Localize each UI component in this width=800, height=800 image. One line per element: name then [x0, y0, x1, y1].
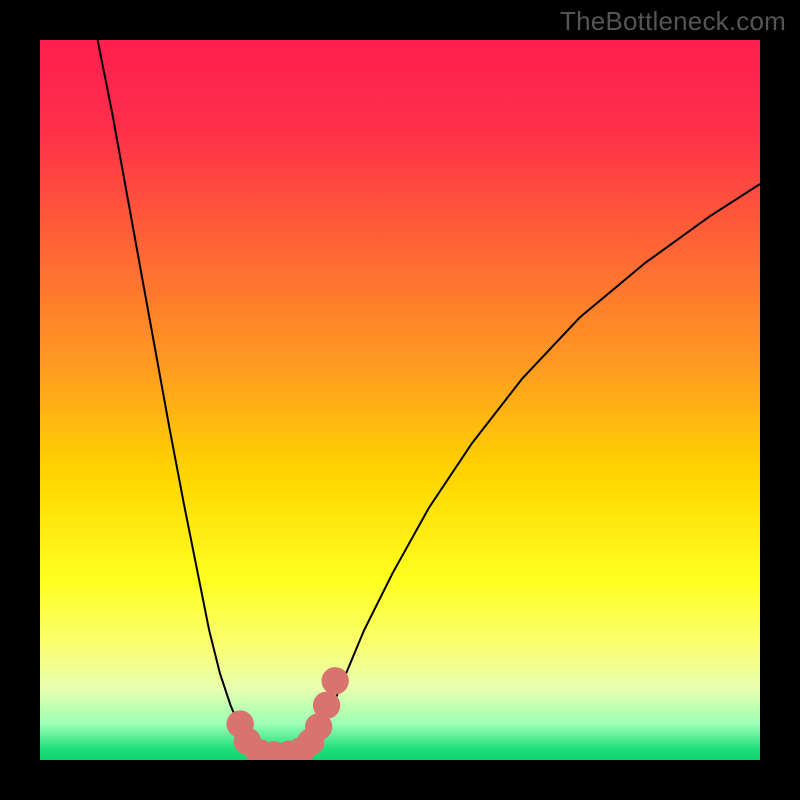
valley-marker [322, 667, 349, 694]
bottleneck-curve [40, 40, 760, 760]
chart-frame: TheBottleneck.com [0, 0, 800, 800]
valley-marker [313, 692, 340, 719]
curve-path [98, 40, 760, 756]
watermark-text: TheBottleneck.com [560, 6, 786, 37]
plot-area [40, 40, 760, 760]
